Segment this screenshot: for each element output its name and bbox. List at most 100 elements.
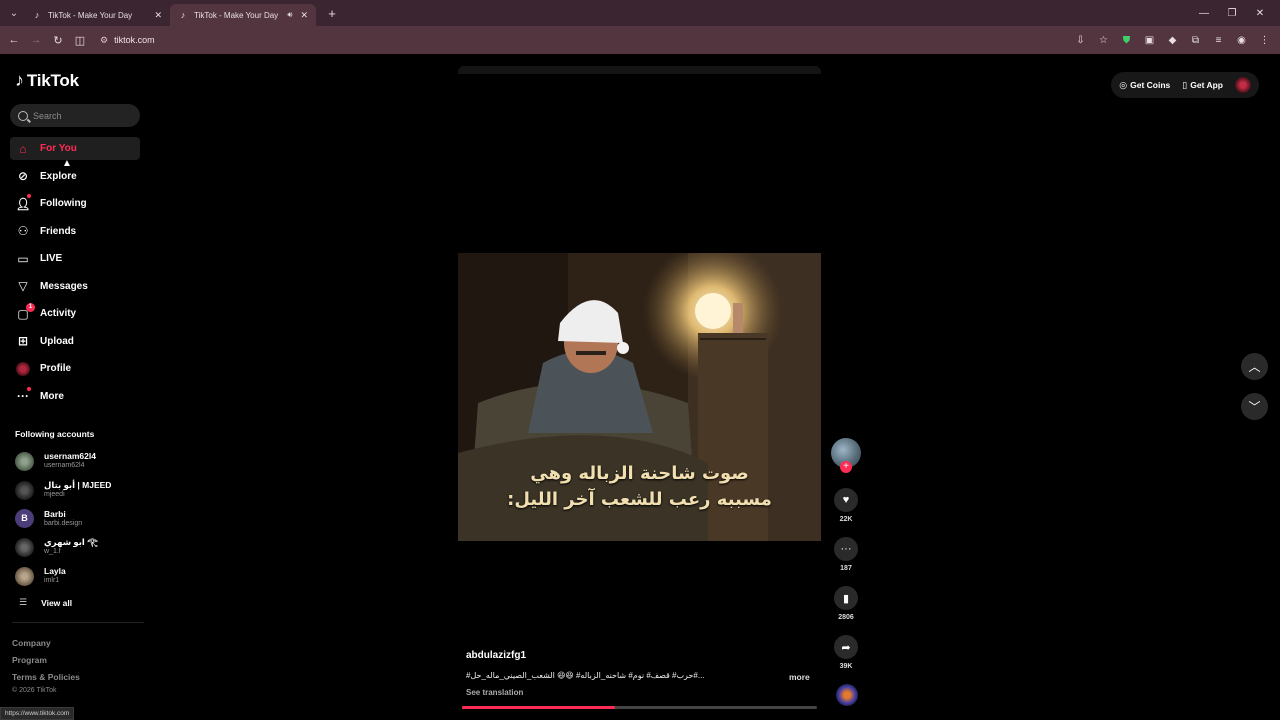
browser-tab[interactable]: ♪ TikTok - Make Your Day ✕	[24, 4, 170, 26]
address-bar[interactable]: ⚙ tiktok.com	[100, 30, 1060, 50]
following-accounts-title: Following accounts	[15, 429, 95, 439]
heart-icon[interactable]: ♥	[834, 488, 858, 512]
friends-icon: ⚇	[17, 224, 29, 238]
following-account[interactable]: ابو شهري 𓂀 w_1.f	[15, 533, 145, 562]
tiktok-logo[interactable]: ♪ TikTok	[15, 70, 79, 91]
following-account[interactable]: أبو بتال | MJEED mjeedi	[15, 476, 145, 505]
window-controls: — ❐ ✕	[1190, 0, 1274, 26]
compass-icon: ⊘	[17, 169, 29, 183]
upload-icon: ⊞	[17, 334, 29, 348]
notification-dot	[27, 194, 31, 198]
copyright: © 2026 TikTok	[12, 687, 57, 694]
account-name: ابو شهري 𓂀	[44, 537, 98, 548]
following-account[interactable]: B Barbi barbi.design	[15, 504, 145, 533]
tab-search-chevron-icon[interactable]: ⌄	[4, 3, 24, 23]
nav-messages[interactable]: ▽ Messages	[10, 275, 140, 298]
menu-kebab-icon[interactable]: ⋮	[1253, 35, 1276, 46]
bookmark-star-icon[interactable]: ☆	[1092, 35, 1115, 46]
nav-more[interactable]: ··· More	[10, 385, 140, 408]
nav-following[interactable]: 👤︎ Following	[10, 192, 140, 215]
footer-links: Company Program Terms & Policies	[12, 638, 80, 689]
shield-extension-icon[interactable]: ⛊	[1115, 35, 1138, 46]
nav-profile[interactable]: Profile	[10, 357, 140, 380]
follow-plus-icon[interactable]: +	[840, 461, 852, 473]
account-handle: imlr1	[44, 577, 60, 585]
nav-upload[interactable]: ⊞ Upload	[10, 330, 140, 353]
video-author[interactable]: abdulazizfg1	[466, 650, 526, 661]
nav-label: LIVE	[40, 253, 63, 264]
save-count: 2806	[838, 614, 854, 621]
bookmark-icon[interactable]: ▮	[834, 586, 858, 610]
next-video-button[interactable]: ﹀	[1241, 393, 1268, 420]
comment-count: 187	[840, 565, 852, 572]
nav-for-you[interactable]: ⌂ For You	[10, 137, 140, 160]
footer-link-program[interactable]: Program	[12, 655, 80, 672]
site-info-icon[interactable]: ⚙	[100, 35, 108, 46]
comment-icon[interactable]: ···	[834, 537, 858, 561]
restore-icon[interactable]: ❐	[1218, 8, 1246, 19]
tiktok-favicon-icon: ♪	[180, 10, 186, 20]
nav-friends[interactable]: ⚇ Friends	[10, 220, 140, 243]
avatar[interactable]	[1235, 77, 1251, 93]
nav-label: Profile	[40, 363, 72, 374]
extensions-puzzle-icon[interactable]: ⧉	[1184, 35, 1207, 46]
avatar[interactable]: +	[831, 438, 861, 473]
account-handle: usernam62l4	[44, 462, 85, 470]
previous-video-button[interactable]: ︿	[1241, 353, 1268, 380]
tiktok-note-icon: ♪	[15, 70, 24, 90]
nav-explore[interactable]: ⊘ Explore	[10, 165, 140, 188]
video-progress-bar[interactable]	[462, 706, 817, 709]
main-nav: ⌂ For You ⊘ Explore 👤︎ Following ⚇ Frien…	[10, 137, 140, 412]
chevron-up-icon: ︿	[1248, 360, 1261, 374]
search-input[interactable]: Search	[10, 104, 140, 127]
chevron-down-icon: ﹀	[1248, 400, 1261, 414]
nav-label: Explore	[40, 170, 77, 182]
avatar	[15, 480, 34, 500]
install-app-icon[interactable]: ⇩	[1069, 35, 1092, 46]
music-disc-icon[interactable]	[836, 684, 858, 706]
account-name: أبو بتال | MJEED	[44, 480, 112, 491]
nav-label: Upload	[40, 335, 74, 347]
nav-live[interactable]: ▭ LIVE	[10, 247, 140, 270]
video-player[interactable]: صوت شاحنة الزباله وهي مسببه رعب للشعب آخ…	[458, 253, 821, 541]
nav-label: For You	[40, 143, 77, 154]
forward-icon[interactable]: →	[25, 34, 47, 46]
more-button[interactable]: more	[789, 672, 810, 682]
search-icon	[18, 110, 28, 121]
sidebar-divider	[12, 622, 144, 623]
following-account[interactable]: usernam62l4 usernam62l4	[15, 447, 145, 476]
view-all-link[interactable]: ☰ View all	[19, 597, 72, 608]
tiktok-page: ♪ TikTok Search ⌂ For You ⊘ Explore 👤︎ F…	[0, 54, 1280, 720]
browser-tab-bar: ⌄ ♪ TikTok - Make Your Day ✕ ♪ TikTok - …	[0, 0, 1280, 26]
like-action: ♥ 22K	[834, 488, 858, 523]
media-control-icon[interactable]: ≡	[1207, 35, 1230, 46]
extension-icon[interactable]: ◆	[1161, 35, 1184, 46]
extension-icon[interactable]: ▣	[1138, 35, 1161, 46]
close-window-icon[interactable]: ✕	[1246, 8, 1274, 19]
close-tab-icon[interactable]: ✕	[154, 10, 162, 21]
see-translation-link[interactable]: See translation	[466, 688, 523, 697]
live-icon: ▭	[17, 251, 29, 266]
nav-label: Friends	[40, 225, 77, 237]
profile-icon[interactable]: ◉	[1230, 35, 1253, 46]
nav-label: Messages	[40, 280, 88, 292]
close-tab-icon[interactable]: ✕	[300, 10, 308, 21]
get-coins-button[interactable]: ◎ Get Coins	[1119, 80, 1170, 91]
search-placeholder: Search	[33, 110, 62, 121]
footer-link-company[interactable]: Company	[12, 638, 80, 655]
get-app-button[interactable]: ▯ Get App	[1182, 80, 1223, 91]
nav-activity[interactable]: ▢ 1 Activity	[10, 302, 140, 325]
account-handle: barbi.design	[44, 519, 83, 527]
following-account[interactable]: Layla imlr1	[15, 562, 145, 591]
new-tab-button[interactable]: +	[322, 6, 342, 21]
account-name: usernam62l4	[44, 451, 96, 462]
browser-tab-active[interactable]: ♪ TikTok - Make Your Day 🔊︎ ✕	[170, 4, 316, 26]
minimize-icon[interactable]: —	[1190, 8, 1218, 19]
split-view-icon[interactable]: ◫	[69, 34, 91, 47]
speaker-icon[interactable]: 🔊︎	[287, 10, 292, 20]
list-icon: ☰	[19, 597, 28, 607]
share-count: 39K	[839, 663, 853, 670]
reload-icon[interactable]: ↻	[47, 34, 69, 47]
share-icon[interactable]: ➦	[834, 635, 858, 659]
back-icon[interactable]: ←	[3, 34, 25, 46]
